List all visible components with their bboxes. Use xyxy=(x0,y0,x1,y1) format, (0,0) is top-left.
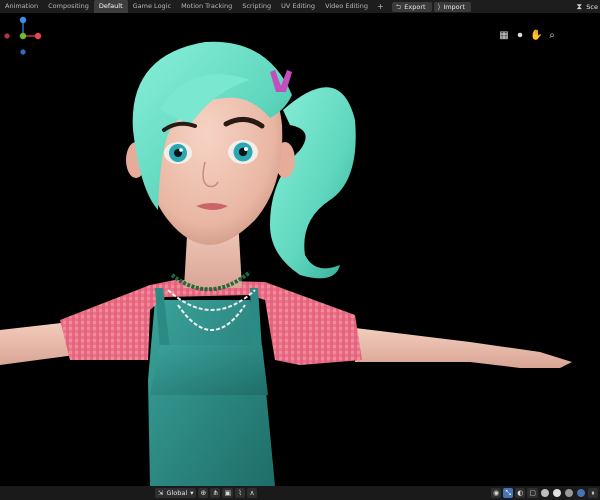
tab-motion-tracking[interactable]: Motion Tracking xyxy=(176,0,237,13)
tab-video-editing[interactable]: Video Editing xyxy=(320,0,373,13)
orientation-icon: ⇲ xyxy=(158,489,164,497)
shading-controls: ◉ ⤡ ◐ ▢ ⏸ xyxy=(491,488,598,498)
tab-scripting[interactable]: Scripting xyxy=(237,0,276,13)
chevron-down-icon: ▾ xyxy=(190,489,194,497)
right-arm xyxy=(355,328,572,368)
tab-animation[interactable]: Animation xyxy=(0,0,43,13)
zoom-icon[interactable]: ⌕ xyxy=(546,30,558,42)
export-icon: ⮌ xyxy=(395,2,402,11)
ponytail xyxy=(270,87,356,279)
material-shading-icon[interactable] xyxy=(565,489,573,497)
hand-pan-icon[interactable]: ✋ xyxy=(530,30,542,42)
orientation-label: Global xyxy=(166,489,188,497)
import-label: Import xyxy=(443,2,465,11)
gizmo-toggle-icon[interactable]: ⤡ xyxy=(503,488,514,498)
tab-uv-editing[interactable]: UV Editing xyxy=(276,0,320,13)
tab-game-logic[interactable]: Game Logic xyxy=(128,0,176,13)
snap-toggle[interactable]: ⋔ xyxy=(210,488,221,498)
transform-orientation-select[interactable]: ⇲ Global ▾ xyxy=(155,488,197,498)
rendered-shading-icon[interactable] xyxy=(577,489,585,497)
scene-icon: ⧗ xyxy=(576,1,583,11)
export-label: Export xyxy=(404,2,426,11)
neg-z-axis-handle xyxy=(20,49,26,55)
shading-options-icon[interactable]: ⏸ xyxy=(588,488,598,498)
add-workspace-button[interactable]: + xyxy=(373,0,388,13)
left-eye-highlight xyxy=(179,148,183,152)
tab-compositing[interactable]: Compositing xyxy=(43,0,94,13)
dress-top xyxy=(150,345,268,395)
right-eye-highlight xyxy=(244,147,248,151)
x-axis-handle xyxy=(34,32,42,40)
grid-icon[interactable]: ▦ xyxy=(498,30,510,42)
transform-controls: ⇲ Global ▾ ⊕ ⋔ ▣ ⌇ ∧ xyxy=(155,488,258,498)
import-icon: ⟩ xyxy=(437,2,441,11)
snap-target-icon[interactable]: ▣ xyxy=(222,488,234,498)
viewport-header: ⇲ Global ▾ ⊕ ⋔ ▣ ⌇ ∧ ◉ ⤡ ◐ ▢ ⏸ xyxy=(0,486,600,500)
proportional-edit-icon[interactable]: ⌇ xyxy=(235,488,246,498)
wireframe-shading-icon[interactable] xyxy=(541,489,549,497)
viewport-nav-tools: ▦ ⏺ ✋ ⌕ xyxy=(498,30,558,42)
scene-label: Sce xyxy=(586,2,598,11)
export-import-group: ⮌ Export ⟩ Import xyxy=(391,1,473,12)
falloff-icon[interactable]: ∧ xyxy=(247,488,258,498)
scene-selector[interactable]: ⧗ Sce xyxy=(574,0,600,13)
export-button[interactable]: ⮌ Export xyxy=(391,1,432,12)
tab-default[interactable]: Default xyxy=(93,0,128,13)
3d-viewport[interactable]: ▦ ⏺ ✋ ⌕ xyxy=(0,13,600,486)
workspace-tab-bar: Animation Compositing Default Game Logic… xyxy=(0,0,600,13)
import-button[interactable]: ⟩ Import xyxy=(433,1,471,12)
camera-icon[interactable]: ⏺ xyxy=(514,30,526,42)
character-render xyxy=(0,41,572,486)
y-axis-handle xyxy=(19,32,27,40)
z-axis-handle xyxy=(19,16,27,24)
pivot-point-icon[interactable]: ⊕ xyxy=(198,488,209,498)
xray-icon[interactable]: ▢ xyxy=(527,488,538,498)
visibility-icon[interactable]: ◉ xyxy=(491,488,502,498)
solid-shading-icon[interactable] xyxy=(553,489,561,497)
overlays-icon[interactable]: ◐ xyxy=(515,488,526,498)
navigation-gizmo[interactable] xyxy=(0,13,46,59)
neg-x-axis-handle xyxy=(4,33,10,39)
